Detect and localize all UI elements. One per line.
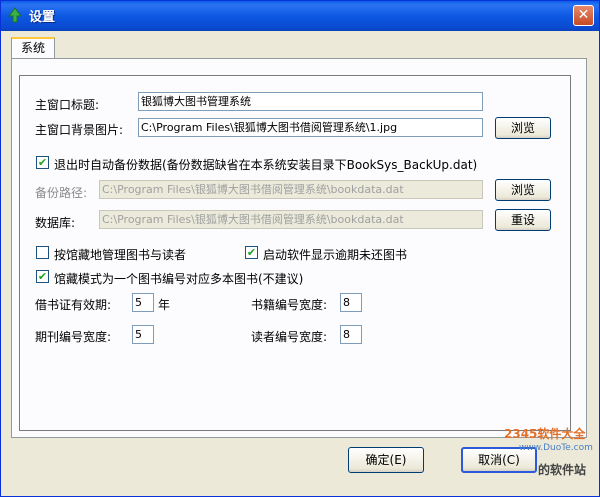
bg-image-label: 主窗口背景图片: xyxy=(35,123,124,137)
close-button[interactable]: ✕ xyxy=(573,5,594,26)
by-location-label: 按馆藏地管理图书与读者 xyxy=(54,248,187,262)
main-title-label: 主窗口标题: xyxy=(35,98,100,112)
auto-backup-label: 退出时自动备份数据(备份数据缺省在本系统安装目录下BookSys_BackUp.… xyxy=(54,158,478,172)
periodical-id-width-input[interactable]: 5 xyxy=(132,325,154,344)
bg-image-input[interactable]: C:\Program Files\银狐博大图书借阅管理系统\1.jpg xyxy=(138,118,483,137)
window-title: 设置 xyxy=(29,10,56,25)
main-title-input[interactable]: 银狐博大图书管理系统 xyxy=(138,92,483,111)
backup-path-input[interactable]: C:\Program Files\银狐博大图书借阅管理系统\bookdata.d… xyxy=(99,180,483,199)
database-input[interactable]: C:\Program Files\银狐博大图书借阅管理系统\bookdata.d… xyxy=(99,210,483,229)
watermark-site: 2345软件大全 xyxy=(504,427,586,441)
reset-button[interactable]: 重设 xyxy=(495,209,551,231)
watermark-footer: 的软件站 xyxy=(538,463,587,477)
browse-backup-button[interactable]: 浏览 xyxy=(495,179,551,201)
auto-backup-checkbox[interactable]: ✔ xyxy=(36,156,49,169)
book-id-width-label: 书籍编号宽度: xyxy=(251,298,328,312)
show-overdue-label: 启动软件显示逾期未还图书 xyxy=(263,248,408,262)
browse-bg-button[interactable]: 浏览 xyxy=(495,117,551,139)
backup-path-label: 备份路径: xyxy=(35,186,88,200)
check-icon: ✔ xyxy=(246,246,257,259)
show-overdue-checkbox[interactable]: ✔ xyxy=(245,246,258,259)
multi-copy-label: 馆藏模式为一个图书编号对应多本图书(不建议) xyxy=(54,272,304,286)
check-icon: ✔ xyxy=(37,270,48,283)
card-validity-unit: 年 xyxy=(158,298,171,312)
by-location-checkbox[interactable] xyxy=(36,246,49,259)
check-icon: ✔ xyxy=(37,156,48,169)
reader-id-width-label: 读者编号宽度: xyxy=(251,330,328,344)
tree-icon xyxy=(7,7,23,23)
reader-id-width-input[interactable]: 8 xyxy=(340,325,362,344)
ok-button[interactable]: 确定(E) xyxy=(348,447,424,473)
title-bar[interactable]: 设置 ✕ xyxy=(1,1,599,31)
tab-system[interactable]: 系统 xyxy=(11,37,55,59)
database-label: 数据库: xyxy=(35,216,76,230)
card-validity-label: 借书证有效期: xyxy=(35,298,112,312)
close-icon: ✕ xyxy=(577,7,590,23)
periodical-id-width-label: 期刊编号宽度: xyxy=(35,330,112,344)
watermark-url: www.DuoTe.com xyxy=(519,443,593,453)
multi-copy-checkbox[interactable]: ✔ xyxy=(36,270,49,283)
card-validity-input[interactable]: 5 xyxy=(132,293,154,312)
book-id-width-input[interactable]: 8 xyxy=(340,293,362,312)
settings-window: 设置 ✕ 系统 主窗口标题: 银狐博大图书管理系统 主窗口背景图片: C:\Pr… xyxy=(0,0,600,497)
